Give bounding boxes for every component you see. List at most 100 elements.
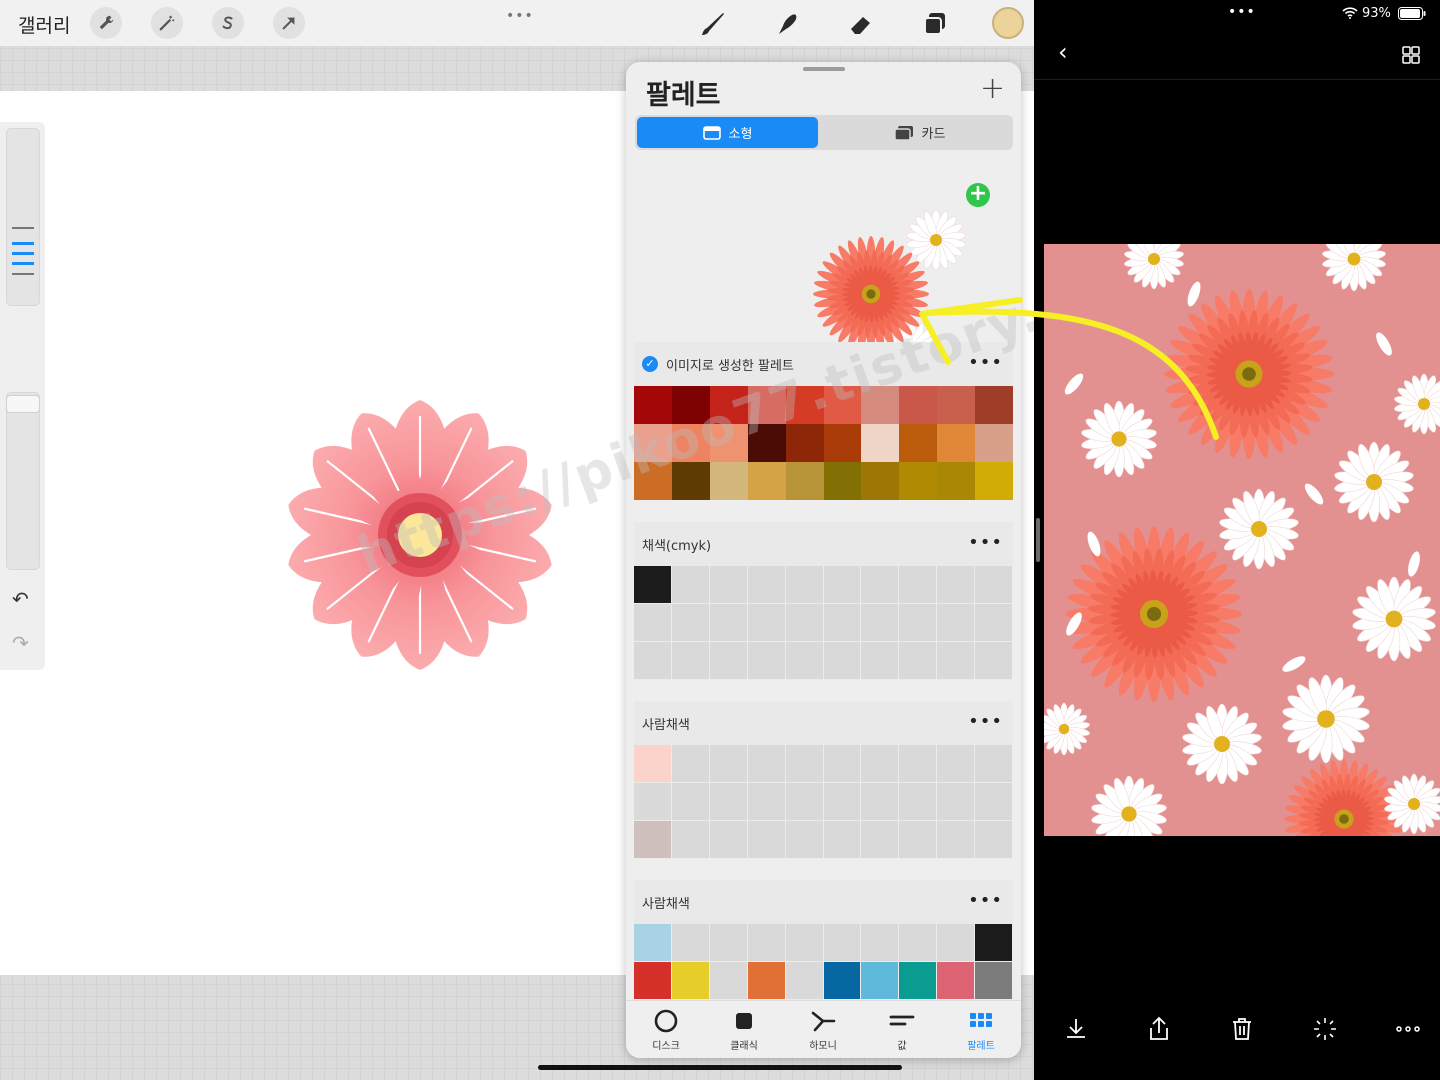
color-swatch[interactable] xyxy=(785,424,824,462)
color-swatch[interactable] xyxy=(861,962,900,1000)
color-swatch[interactable] xyxy=(785,924,824,962)
undo-icon[interactable]: ↶ xyxy=(12,587,29,611)
color-swatch[interactable] xyxy=(823,642,862,680)
color-swatch[interactable] xyxy=(709,604,748,642)
eraser-icon[interactable] xyxy=(845,8,877,40)
more-icon[interactable]: ••• xyxy=(968,890,1003,911)
color-swatch[interactable] xyxy=(899,821,938,859)
color-swatch[interactable] xyxy=(747,462,786,500)
trash-icon[interactable] xyxy=(1228,1015,1256,1043)
share-icon[interactable] xyxy=(1145,1015,1173,1043)
color-swatch[interactable] xyxy=(937,424,976,462)
color-swatch[interactable] xyxy=(671,566,710,604)
palette-header[interactable]: 사람채색 ••• xyxy=(634,880,1013,924)
color-swatch[interactable] xyxy=(823,745,862,783)
color-swatch[interactable] xyxy=(937,566,976,604)
color-swatch[interactable] xyxy=(861,462,900,500)
color-swatch[interactable] xyxy=(823,386,862,424)
color-swatch[interactable] xyxy=(671,386,710,424)
gallery-button[interactable]: 갤러리 xyxy=(18,11,70,38)
color-swatch[interactable] xyxy=(937,783,976,821)
color-swatch[interactable] xyxy=(785,962,824,1000)
color-swatch[interactable] xyxy=(785,745,824,783)
back-chevron-icon[interactable]: ‹ xyxy=(1058,38,1068,66)
color-swatch[interactable] xyxy=(823,821,862,859)
color-swatch[interactable] xyxy=(747,783,786,821)
color-swatch[interactable] xyxy=(899,566,938,604)
color-swatch[interactable] xyxy=(937,821,976,859)
color-swatch[interactable] xyxy=(634,745,672,783)
color-swatch[interactable] xyxy=(747,424,786,462)
color-swatch[interactable] xyxy=(937,924,976,962)
color-swatch[interactable] xyxy=(785,821,824,859)
magic-edit-icon[interactable] xyxy=(1311,1015,1339,1043)
color-swatch[interactable] xyxy=(861,566,900,604)
color-swatch[interactable] xyxy=(823,924,862,962)
palette-header[interactable]: 채색(cmyk) ••• xyxy=(634,522,1013,566)
color-swatch[interactable] xyxy=(634,924,672,962)
palette-header[interactable]: ✓ 이미지로 생성한 팔레트 ••• xyxy=(634,342,1013,386)
color-swatch[interactable] xyxy=(975,604,1013,642)
color-swatch[interactable] xyxy=(975,386,1013,424)
color-swatch[interactable] xyxy=(634,386,672,424)
color-swatch[interactable] xyxy=(671,424,710,462)
color-swatch[interactable] xyxy=(937,745,976,783)
color-swatch[interactable] xyxy=(634,962,672,1000)
color-swatch[interactable] xyxy=(861,386,900,424)
color-swatch[interactable] xyxy=(709,424,748,462)
color-swatch[interactable] xyxy=(823,604,862,642)
tab-palettes[interactable]: 팔레트 xyxy=(951,1007,1011,1052)
download-icon[interactable] xyxy=(1062,1015,1090,1043)
color-swatch[interactable] xyxy=(747,566,786,604)
tab-classic[interactable]: 클래식 xyxy=(714,1007,774,1052)
color-swatch[interactable] xyxy=(899,386,938,424)
color-swatch[interactable] xyxy=(671,783,710,821)
color-swatch[interactable] xyxy=(899,962,938,1000)
color-swatch[interactable] xyxy=(671,745,710,783)
opacity-slider[interactable] xyxy=(6,392,40,570)
transform-arrow-icon[interactable] xyxy=(273,7,305,39)
color-swatch[interactable] xyxy=(937,462,976,500)
color-swatch[interactable] xyxy=(634,604,672,642)
panel-grabber[interactable] xyxy=(803,67,845,71)
tab-harmony[interactable]: 하모니 xyxy=(793,1007,853,1052)
color-swatch[interactable] xyxy=(785,462,824,500)
color-swatch[interactable] xyxy=(709,924,748,962)
color-swatch[interactable] xyxy=(785,604,824,642)
palette-drop-area[interactable] xyxy=(626,162,1021,383)
color-swatch[interactable] xyxy=(899,783,938,821)
color-swatch[interactable] xyxy=(785,783,824,821)
color-swatch[interactable] xyxy=(975,962,1013,1000)
color-swatch[interactable] xyxy=(747,604,786,642)
redo-icon[interactable]: ↷ xyxy=(12,631,29,655)
color-swatch[interactable] xyxy=(937,642,976,680)
multitask-dots-icon[interactable]: ••• xyxy=(506,8,534,24)
color-swatch[interactable] xyxy=(785,566,824,604)
color-swatch[interactable] xyxy=(975,924,1013,962)
color-swatch[interactable] xyxy=(861,642,900,680)
color-swatch[interactable] xyxy=(709,566,748,604)
color-swatch[interactable] xyxy=(823,462,862,500)
tab-value[interactable]: 값 xyxy=(872,1007,932,1052)
color-swatch[interactable] xyxy=(634,642,672,680)
color-swatch[interactable] xyxy=(671,642,710,680)
color-swatch[interactable] xyxy=(823,783,862,821)
color-swatch[interactable] xyxy=(975,424,1013,462)
color-swatch-button[interactable] xyxy=(992,7,1024,39)
color-swatch[interactable] xyxy=(785,386,824,424)
more-icon[interactable]: ••• xyxy=(968,532,1003,553)
color-swatch[interactable] xyxy=(671,604,710,642)
smudge-icon[interactable] xyxy=(771,8,803,40)
color-swatch[interactable] xyxy=(709,462,748,500)
color-swatch[interactable] xyxy=(709,783,748,821)
color-swatch[interactable] xyxy=(937,386,976,424)
color-swatch[interactable] xyxy=(747,821,786,859)
color-swatch[interactable] xyxy=(747,962,786,1000)
color-swatch[interactable] xyxy=(975,462,1013,500)
more-icon[interactable]: ••• xyxy=(968,352,1003,373)
brush-size-slider[interactable] xyxy=(6,128,40,306)
add-image-plus-icon[interactable]: + xyxy=(966,183,990,207)
color-swatch[interactable] xyxy=(937,962,976,1000)
color-swatch[interactable] xyxy=(899,604,938,642)
grid-view-icon[interactable] xyxy=(1402,46,1420,64)
